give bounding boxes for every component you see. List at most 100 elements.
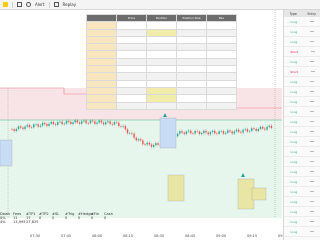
toolbar: Alert Replay — [0, 0, 320, 10]
side-panel-row[interactable]: Long — [284, 17, 320, 27]
replay-icon[interactable] — [53, 2, 59, 7]
candle-body — [120, 126, 122, 127]
side-panel-type: Long — [290, 139, 298, 144]
table-header-cell: Position Size — [176, 13, 207, 23]
side-panel-type: Long — [290, 109, 298, 114]
candle-body — [26, 124, 28, 127]
toolbar-separator — [12, 1, 13, 8]
side-panel-row[interactable]: Long — [284, 57, 320, 67]
table-cell — [146, 50, 177, 59]
side-panel-marker — [310, 151, 315, 152]
candle-body — [246, 129, 249, 132]
indicator-icon[interactable] — [17, 2, 22, 7]
side-panel-row[interactable]: Long — [284, 217, 320, 227]
candle-body — [124, 125, 127, 130]
side-panel-row[interactable]: Long — [284, 137, 320, 147]
candle-body — [96, 122, 98, 124]
side-panel-row[interactable]: Long — [284, 147, 320, 157]
candle-body — [129, 133, 131, 134]
candle-body — [266, 126, 268, 130]
candle-body — [11, 129, 13, 130]
side-panel-row[interactable]: Long — [284, 97, 320, 107]
candle-body — [244, 129, 246, 130]
table-row — [86, 43, 237, 52]
side-panel-row[interactable]: Long — [284, 127, 320, 137]
side-panel[interactable]: Type Entry Long Long Long Short Long Short Long… — [283, 10, 320, 240]
candle-body — [224, 132, 227, 134]
side-panel-type: Long — [290, 179, 298, 184]
table-cell — [176, 21, 207, 30]
candle-body — [157, 143, 159, 145]
side-panel-row[interactable]: Long — [284, 87, 320, 97]
table-cell — [176, 43, 207, 52]
stats-panel: Down Fees #TP1 #TP2 #SL #Trig #Hedge #Fin Cash 0… — [0, 212, 120, 232]
side-panel-type: Long — [290, 39, 298, 44]
side-panel-row[interactable]: Long — [284, 227, 320, 237]
candle-body — [268, 125, 270, 127]
table-cell — [176, 28, 207, 37]
candle-body — [13, 129, 15, 131]
alert-icon[interactable] — [26, 2, 31, 7]
candle-body — [89, 120, 92, 124]
candle-body — [183, 132, 185, 134]
candle-body — [39, 125, 42, 127]
side-panel-row[interactable]: Short — [284, 47, 320, 57]
stat-value — [65, 220, 76, 224]
table-header-cell — [86, 13, 117, 23]
side-panel-marker — [310, 201, 315, 202]
table-cell — [86, 35, 117, 45]
alert-button[interactable]: Alert — [35, 2, 45, 7]
table-row — [86, 65, 237, 74]
table-cell — [206, 21, 237, 30]
candle-body — [102, 122, 105, 125]
candle-body — [30, 127, 33, 128]
side-panel-row[interactable]: Long — [284, 37, 320, 47]
side-panel-row[interactable]: Long — [284, 157, 320, 167]
table-row — [86, 101, 237, 110]
table-row — [86, 57, 237, 67]
side-panel-type: Short — [290, 69, 298, 74]
candle-body — [248, 131, 251, 132]
candle-body — [150, 144, 153, 147]
candle-body — [240, 131, 242, 133]
side-panel-row[interactable]: Long — [284, 167, 320, 177]
candle-body — [52, 121, 55, 125]
table-cell — [116, 21, 147, 30]
table-row — [86, 28, 237, 37]
candle-body — [100, 120, 103, 123]
table-cell — [176, 65, 207, 74]
candle-body — [37, 124, 39, 127]
side-panel-row[interactable]: Short — [284, 67, 320, 77]
candle-body — [122, 125, 124, 127]
candle-body — [264, 128, 266, 130]
candle-body — [85, 120, 87, 124]
side-panel-row[interactable]: Long — [284, 117, 320, 127]
candle-body — [218, 131, 220, 134]
stat-value — [104, 220, 115, 224]
side-panel-row[interactable]: Long — [284, 177, 320, 187]
table-cell — [86, 94, 117, 103]
chart-icon[interactable] — [3, 2, 8, 7]
table-cell — [116, 94, 147, 103]
candle-body — [214, 130, 216, 134]
side-panel-type: Long — [290, 79, 298, 84]
table-cell — [146, 65, 177, 74]
replay-button[interactable]: Replay — [63, 2, 77, 7]
candle-body — [148, 142, 151, 145]
side-panel-row[interactable]: Long — [284, 107, 320, 117]
table-row — [86, 72, 237, 81]
side-panel-row[interactable]: Long — [284, 187, 320, 197]
table-cell — [146, 35, 177, 45]
side-panel-marker — [310, 61, 315, 62]
candle-body — [222, 131, 225, 134]
candle-body — [78, 122, 81, 124]
time-tick-label: 09:00 — [216, 234, 227, 238]
side-panel-row[interactable]: Long — [284, 197, 320, 207]
candle-body — [220, 131, 222, 132]
side-panel-row[interactable]: Long — [284, 77, 320, 87]
candle-body — [74, 120, 76, 123]
side-panel-row[interactable]: Long — [284, 207, 320, 217]
candle-body — [111, 123, 113, 125]
candle-body — [190, 130, 192, 134]
side-panel-row[interactable]: Long — [284, 27, 320, 37]
